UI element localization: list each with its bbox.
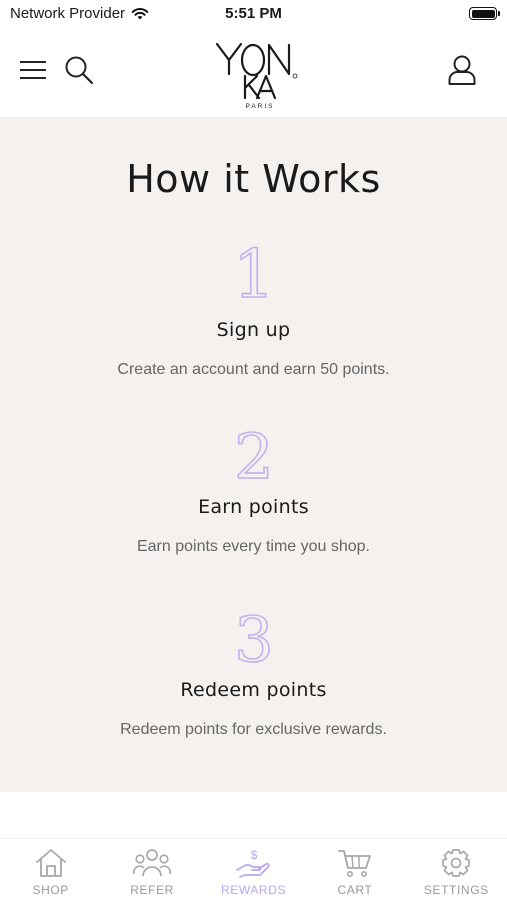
- step-description: Earn points every time you shop.: [136, 538, 370, 555]
- gear-icon: [442, 849, 471, 877]
- page-title: How it Works: [126, 157, 381, 201]
- step-title: Earn points: [198, 496, 309, 518]
- logo-subtext: PARIS: [245, 103, 274, 110]
- step-number-1: 1: [234, 239, 274, 309]
- nav-shop[interactable]: SHOP: [0, 839, 101, 900]
- nav-label: REWARDS: [220, 883, 287, 897]
- bottom-nav: SHOP REFER $ REWARDS CART SETTINGS: [0, 838, 507, 900]
- brand-logo[interactable]: PARIS: [203, 36, 307, 110]
- search-icon: [65, 56, 94, 85]
- svg-text:$: $: [250, 848, 257, 862]
- search-button[interactable]: [62, 53, 96, 87]
- people-icon: [133, 849, 172, 877]
- step-number-2: 2: [233, 424, 274, 486]
- nav-label: CART: [337, 883, 373, 897]
- svg-text:2: 2: [234, 424, 273, 486]
- nav-refer[interactable]: REFER: [101, 839, 202, 900]
- step-description: Redeem points for exclusive rewards.: [120, 721, 387, 738]
- battery-icon: [469, 7, 500, 20]
- app-header: PARIS: [0, 28, 507, 118]
- step-title: Sign up: [216, 319, 291, 341]
- hamburger-menu-icon: [20, 61, 46, 79]
- status-time: 5:51 PM: [225, 5, 282, 22]
- step-title: Redeem points: [180, 679, 327, 701]
- svg-text:1: 1: [234, 239, 274, 309]
- nav-cart[interactable]: CART: [304, 839, 405, 900]
- nav-label: SETTINGS: [423, 883, 489, 897]
- rewards-icon: $: [235, 848, 270, 878]
- step-item: 2 Earn points Earn points every time you…: [0, 424, 507, 556]
- step-number-3: 3: [233, 605, 274, 669]
- nav-label: SHOP: [32, 883, 69, 897]
- step-item: 1 Sign up Create an account and earn 50 …: [0, 239, 507, 379]
- step-item: 3 Redeem points Redeem points for exclus…: [0, 605, 507, 739]
- menu-button[interactable]: [16, 53, 50, 87]
- svg-text:3: 3: [234, 605, 273, 669]
- nav-rewards[interactable]: $ REWARDS: [203, 839, 304, 900]
- step-description: Create an account and earn 50 points.: [117, 361, 390, 378]
- status-bar: Network Provider 5:51 PM: [0, 0, 507, 28]
- nav-settings[interactable]: SETTINGS: [406, 839, 507, 900]
- how-it-works-section: How it Works 1 Sign up Create an account…: [0, 119, 507, 792]
- account-button[interactable]: [445, 53, 479, 87]
- home-icon: [35, 849, 66, 877]
- cart-icon: [338, 850, 371, 877]
- nav-label: REFER: [130, 883, 174, 897]
- yonka-logo-mark: PARIS: [215, 42, 298, 110]
- user-icon: [448, 55, 476, 85]
